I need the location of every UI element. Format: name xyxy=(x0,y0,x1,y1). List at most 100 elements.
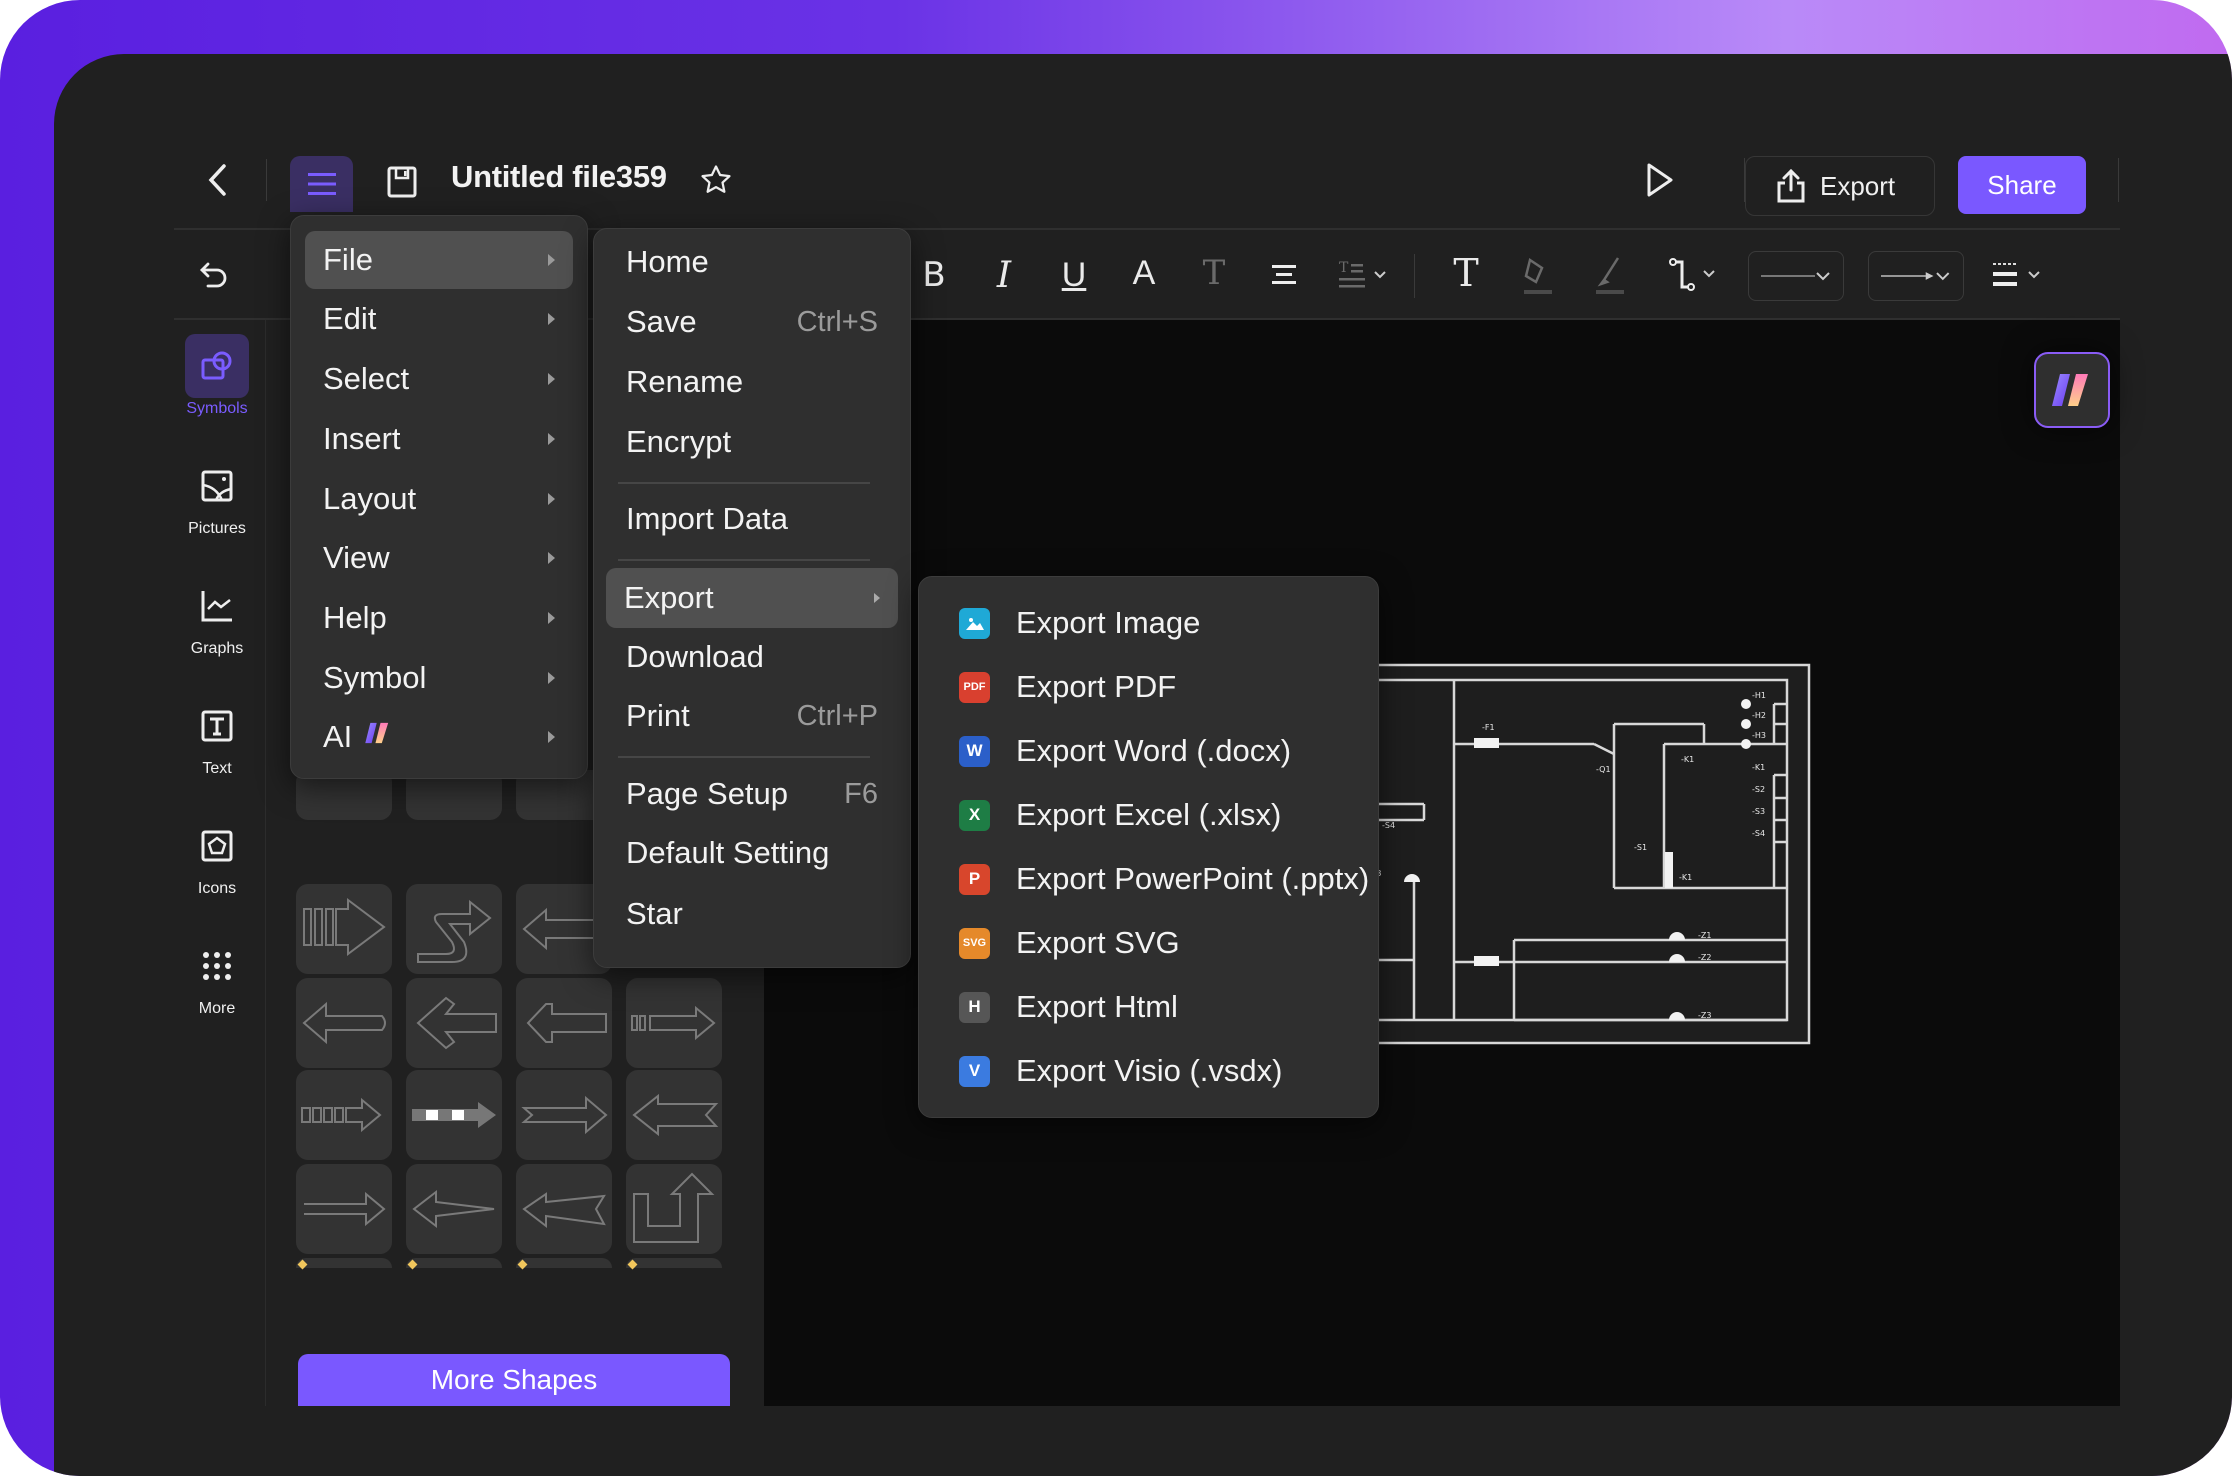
shape-tile[interactable] xyxy=(406,1258,502,1268)
left-arrow-notched-shape xyxy=(526,1003,607,1043)
menu-item-save[interactable]: Save Ctrl+S xyxy=(608,293,896,351)
menu-item-insert[interactable]: Insert xyxy=(305,410,573,468)
document-title[interactable]: Untitled file359 xyxy=(451,159,667,195)
more-shapes-button[interactable]: More Shapes xyxy=(298,1354,730,1406)
diagram-label: -Z2 xyxy=(1698,953,1711,962)
menu-item-view[interactable]: View xyxy=(305,529,573,587)
shape-tile[interactable] xyxy=(406,884,502,974)
export-button[interactable]: Export xyxy=(1745,156,1935,216)
menu-item-ai[interactable]: AI xyxy=(305,708,573,766)
block-arrow-shape xyxy=(412,1102,496,1128)
pdf-file-icon: PDF xyxy=(959,671,990,703)
powerpoint-file-icon: P xyxy=(959,863,990,895)
text-tool-button[interactable]: T xyxy=(1444,248,1488,298)
shape-tile[interactable] xyxy=(406,978,502,1068)
diagram-label: -H1 xyxy=(1752,691,1766,700)
file-submenu: Home Save Ctrl+S Rename Encrypt Import Da… xyxy=(593,228,911,968)
menu-item-export-powerpoint[interactable]: P Export PowerPoint (.pptx) xyxy=(919,847,1378,911)
menu-item-page-setup[interactable]: Page Setup F6 xyxy=(608,765,896,823)
sidebar-item-pictures[interactable]: Pictures xyxy=(164,454,270,538)
paint-bucket-icon xyxy=(1524,257,1552,294)
u-turn-up-arrow-shape xyxy=(633,1172,715,1243)
menu-item-export-visio[interactable]: V Export Visio (.vsdx) xyxy=(919,1039,1378,1103)
menu-item-export-image[interactable]: Export Image xyxy=(919,591,1378,655)
shape-tile[interactable] xyxy=(296,1164,392,1254)
arrow-style-dropdown[interactable] xyxy=(1868,251,1964,301)
menu-item-default-setting[interactable]: Default Setting xyxy=(608,824,896,882)
shape-tile[interactable] xyxy=(296,1258,392,1268)
menu-item-print[interactable]: Print Ctrl+P xyxy=(608,687,896,745)
shape-tile[interactable] xyxy=(296,1070,392,1160)
left-chevron-tail-arrow-shape xyxy=(632,1093,719,1137)
present-button[interactable] xyxy=(1640,160,1680,200)
menu-item-export[interactable]: Export xyxy=(606,568,898,628)
menu-item-export-html[interactable]: H Export Html xyxy=(919,975,1378,1039)
sidebar-item-symbols[interactable]: Symbols xyxy=(164,334,270,418)
sidebar-item-more[interactable]: More xyxy=(164,934,270,1018)
menu-item-export-word[interactable]: W Export Word (.docx) xyxy=(919,719,1378,783)
shape-tile[interactable] xyxy=(406,1070,502,1160)
chevron-down-icon xyxy=(1936,272,1950,281)
star-button[interactable] xyxy=(698,162,734,198)
menu-item-download[interactable]: Download xyxy=(608,628,896,686)
menu-item-export-pdf[interactable]: PDF Export PDF xyxy=(919,655,1378,719)
share-button[interactable]: Share xyxy=(1958,156,2086,214)
menu-item-help[interactable]: Help xyxy=(305,589,573,647)
svg-text:T: T xyxy=(1339,260,1349,276)
menu-item-edit[interactable]: Edit xyxy=(305,290,573,348)
shape-tile[interactable] xyxy=(296,978,392,1068)
shape-tile[interactable] xyxy=(516,1258,612,1268)
menu-item-symbol[interactable]: Symbol xyxy=(305,649,573,707)
line-color-button[interactable] xyxy=(1588,250,1632,302)
menu-item-import-data[interactable]: Import Data xyxy=(608,490,896,548)
striped-arrow-shape xyxy=(303,898,386,956)
brush-icon xyxy=(1596,257,1624,294)
undo-button[interactable] xyxy=(194,254,234,298)
connector-icon xyxy=(1669,258,1715,291)
menu-item-home[interactable]: Home xyxy=(608,233,896,291)
line-spacing-dropdown[interactable]: T xyxy=(1332,250,1398,300)
text-highlight-button[interactable]: T xyxy=(1194,248,1234,298)
shape-tile[interactable] xyxy=(516,978,612,1068)
menu-item-rename[interactable]: Rename xyxy=(608,353,896,411)
menu-item-select[interactable]: Select xyxy=(305,350,573,408)
shape-tile[interactable] xyxy=(296,884,392,974)
align-button[interactable] xyxy=(1264,250,1304,300)
background-frame: Untitled file359 Export Share B I U A T … xyxy=(0,0,2232,1476)
line-style-dropdown[interactable] xyxy=(1748,251,1844,301)
sidebar-item-graphs[interactable]: Graphs xyxy=(164,574,270,658)
shape-tile[interactable] xyxy=(516,1070,612,1160)
sidebar-item-text[interactable]: Text xyxy=(164,694,270,778)
shape-tile[interactable] xyxy=(516,1164,612,1254)
striped-right-arrow-shape xyxy=(631,1005,716,1041)
shape-tile[interactable] xyxy=(626,1164,722,1254)
line-weight-dropdown[interactable] xyxy=(1986,250,2052,300)
shape-tile[interactable] xyxy=(626,1070,722,1160)
menu-item-encrypt[interactable]: Encrypt xyxy=(608,413,896,471)
font-color-button[interactable]: A xyxy=(1124,248,1164,298)
menu-item-star[interactable]: Star xyxy=(608,885,896,943)
connector-dropdown[interactable] xyxy=(1666,250,1726,300)
bold-button[interactable]: B xyxy=(914,250,954,300)
line-weight-icon xyxy=(1993,263,2040,286)
left-sidebar: Symbols Pictures Graphs Text Icons More xyxy=(164,334,270,1094)
shape-tile[interactable] xyxy=(626,978,722,1068)
menu-item-file[interactable]: File xyxy=(305,231,573,289)
save-button[interactable] xyxy=(384,164,420,200)
ai-assistant-button[interactable] xyxy=(2034,352,2110,428)
back-button[interactable] xyxy=(199,158,235,202)
underline-button[interactable]: U xyxy=(1054,250,1094,300)
chevron-left-icon xyxy=(208,164,226,196)
sidebar-item-icons[interactable]: Icons xyxy=(164,814,270,898)
graph-icon xyxy=(201,591,232,622)
menu-item-layout[interactable]: Layout xyxy=(305,470,573,528)
italic-button[interactable]: I xyxy=(984,250,1024,300)
menu-item-export-svg[interactable]: SVG Export SVG xyxy=(919,911,1378,975)
save-icon xyxy=(387,166,417,198)
main-menu-button[interactable] xyxy=(290,156,353,212)
menu-item-export-excel[interactable]: X Export Excel (.xlsx) xyxy=(919,783,1378,847)
left-arrow-shape xyxy=(416,996,497,1050)
shape-tile[interactable] xyxy=(626,1258,722,1268)
shape-tile[interactable] xyxy=(406,1164,502,1254)
fill-button[interactable] xyxy=(1516,250,1560,302)
